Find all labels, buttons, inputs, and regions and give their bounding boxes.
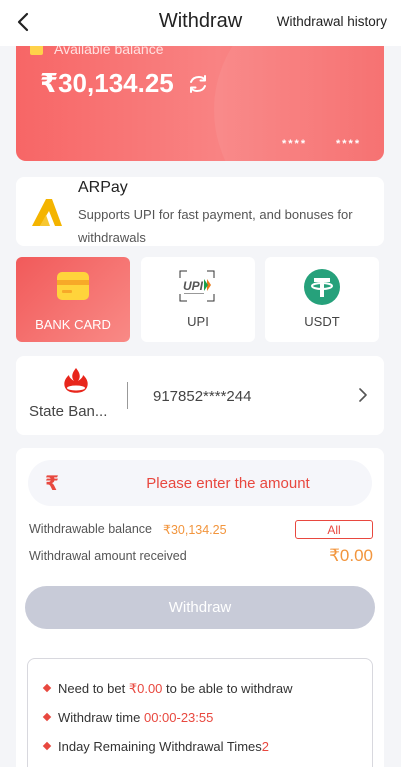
withdrawal-history-link[interactable]: Withdrawal history: [277, 14, 387, 29]
withdrawable-balance-label: Withdrawable balance: [29, 522, 152, 536]
withdrawable-balance-value: ₹30,134.25: [163, 523, 227, 537]
rule-item: Withdraw time 00:00-23:55: [42, 710, 214, 725]
rule-highlight: 00:00-23:55: [143, 710, 214, 725]
diamond-bullet-icon: [42, 683, 52, 693]
bank-account-selector[interactable]: State Ban... 917852****244: [16, 356, 384, 435]
amount-field-wrapper: ₹: [28, 460, 372, 506]
svg-text:UPI: UPI: [183, 279, 204, 293]
tab-usdt-label: USDT: [304, 314, 340, 329]
rule-text: Need to bet: [58, 681, 129, 696]
arpay-logo-icon: [32, 199, 62, 226]
card-number-mask: ****: [336, 138, 362, 150]
tab-bank-card[interactable]: BANK CARD: [16, 257, 130, 342]
withdraw-button[interactable]: Withdraw: [25, 586, 375, 629]
diamond-bullet-icon: [42, 741, 52, 751]
tether-icon: [304, 269, 340, 305]
bank-name: State Ban...: [29, 403, 108, 420]
tab-bank-card-label: BANK CARD: [35, 317, 111, 332]
chevron-right-icon: [359, 388, 367, 402]
rupee-icon: ₹: [45, 473, 59, 495]
balance-card: Available balance ₹30,134.25 **** ****: [16, 30, 384, 161]
rule-item: Need to bet ₹0.00 to be able to withdraw: [42, 681, 293, 697]
tab-upi-label: UPI: [187, 314, 209, 329]
amount-input[interactable]: [88, 460, 368, 506]
account-number: 917852****244: [153, 388, 252, 405]
upi-logo-icon: UPI: [179, 270, 215, 302]
tab-upi[interactable]: UPI UPI: [141, 257, 255, 342]
amount-received-value: ₹0.00: [329, 546, 373, 565]
card-number-mask: ****: [282, 138, 308, 150]
top-header: Withdraw Withdrawal history: [0, 0, 401, 46]
arpay-banner[interactable]: ARPay Supports UPI for fast payment, and…: [16, 177, 384, 246]
refresh-icon[interactable]: [187, 73, 209, 95]
rule-item: Inday Remaining Withdrawal Times2: [42, 739, 269, 754]
all-button[interactable]: All: [295, 520, 373, 539]
tab-usdt[interactable]: USDT: [265, 257, 379, 342]
diamond-bullet-icon: [42, 712, 52, 722]
rule-text: to be able to withdraw: [162, 681, 293, 696]
available-balance-amount: ₹30,134.25: [40, 68, 174, 98]
rule-highlight: ₹0.00: [128, 681, 163, 696]
bank-card-icon: [57, 272, 89, 300]
amount-panel: ₹ Withdrawable balance ₹30,134.25 All Wi…: [16, 448, 384, 767]
arpay-name: ARPay: [78, 179, 128, 196]
rule-text: Withdraw time: [58, 710, 144, 725]
rule-highlight: 2: [261, 739, 269, 754]
amount-received-label: Withdrawal amount received: [29, 549, 187, 563]
withdraw-rules: Need to bet ₹0.00 to be able to withdraw…: [27, 658, 373, 767]
divider: [127, 382, 128, 409]
arpay-description: Supports UPI for fast payment, and bonus…: [78, 207, 353, 245]
rule-text: Inday Remaining Withdrawal Times: [58, 739, 262, 754]
bank-logo-icon: [64, 368, 88, 393]
